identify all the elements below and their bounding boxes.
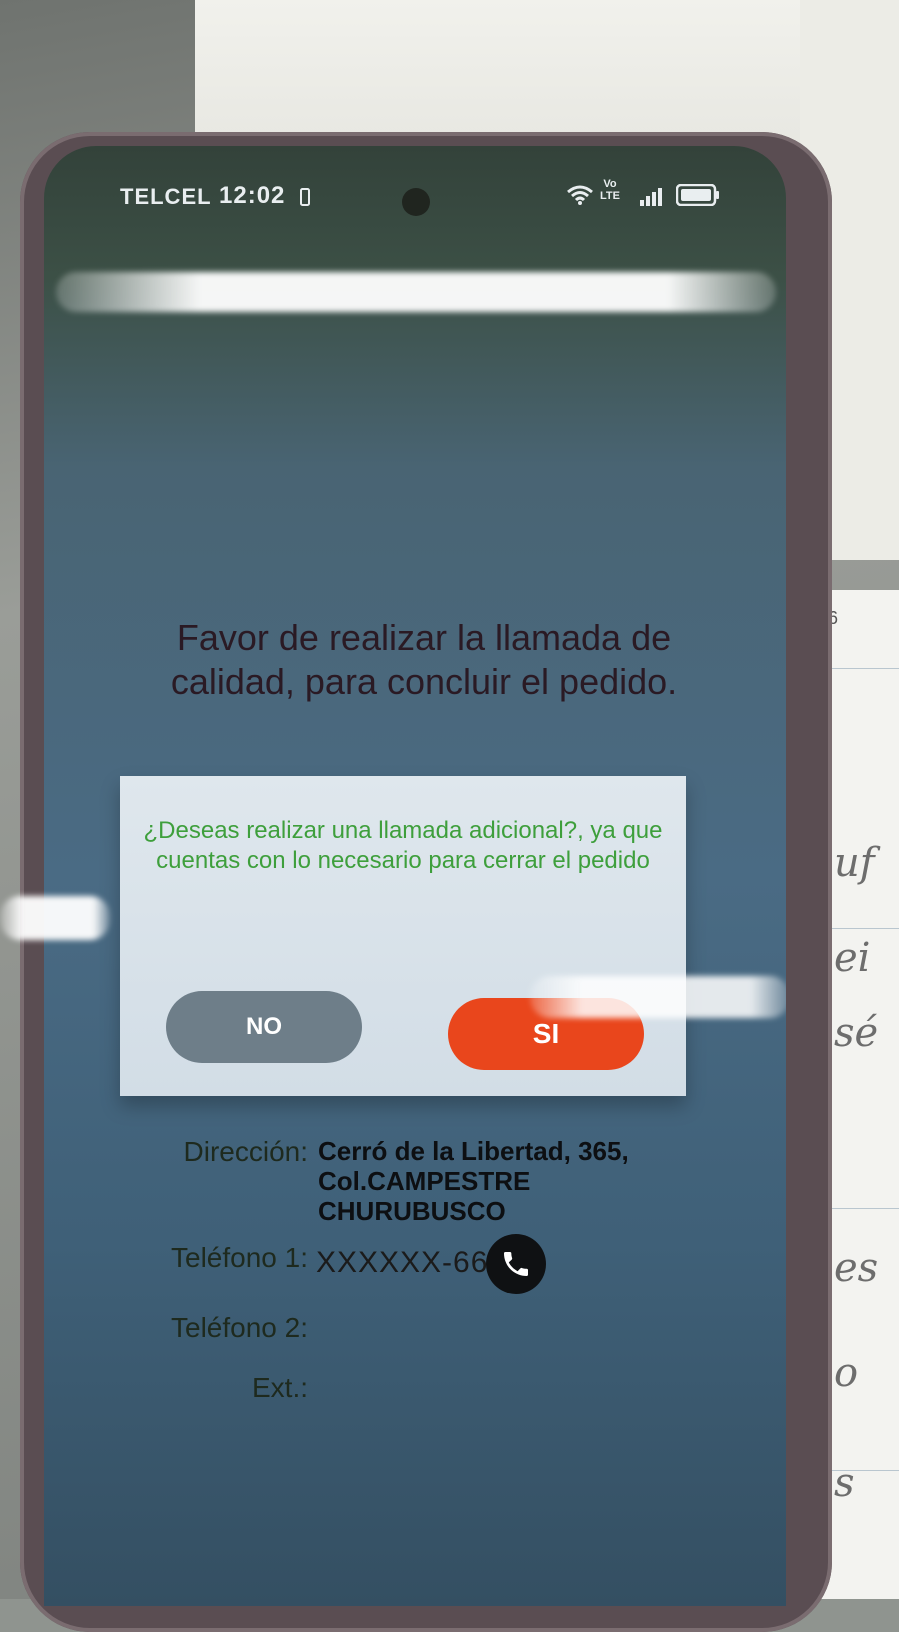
screen-glare (56, 272, 776, 312)
phone-icon[interactable] (486, 1234, 546, 1294)
handwriting: sé (834, 1010, 879, 1056)
dialog-message: ¿Deseas realizar una llamada adicional?,… (143, 817, 663, 874)
ext-label: Ext.: (251, 1372, 308, 1403)
battery-icon (675, 183, 720, 212)
handwriting: s (834, 1460, 855, 1506)
handwriting: es (834, 1245, 879, 1291)
phone1-label: Teléfono 1: (171, 1242, 308, 1273)
sim-icon (300, 186, 310, 212)
signal-icon (640, 186, 662, 212)
clock: 12:02 (219, 182, 286, 209)
wifi-icon (566, 184, 594, 212)
handwriting: uf (834, 840, 875, 886)
instructions-text: Favor de realizar la llamada de calidad,… (170, 617, 678, 702)
phone1-value: XXXXXX-66 (316, 1246, 489, 1279)
front-camera (402, 188, 430, 216)
address-label: Dirección: (183, 1136, 308, 1167)
carrier-label: TELCEL (120, 184, 212, 209)
address-value: Cerró de la Libertad, 365, Col.CAMPESTRE… (318, 1136, 629, 1226)
status-bar: TELCEL 12:02 Vo LTE (44, 176, 786, 216)
phone2-label: Teléfono 2: (171, 1312, 308, 1343)
screen-glare (0, 896, 110, 940)
screen-glare (530, 976, 786, 1018)
no-button[interactable]: NO (166, 991, 362, 1063)
volte-icon: Vo LTE (600, 178, 620, 202)
confirmation-dialog: ¿Deseas realizar una llamada adicional?,… (120, 776, 686, 1096)
phone-screen: TELCEL 12:02 Vo LTE Favor de realizar la… (44, 146, 786, 1606)
handwriting: o (834, 1350, 859, 1396)
handwriting: ei (834, 935, 871, 981)
